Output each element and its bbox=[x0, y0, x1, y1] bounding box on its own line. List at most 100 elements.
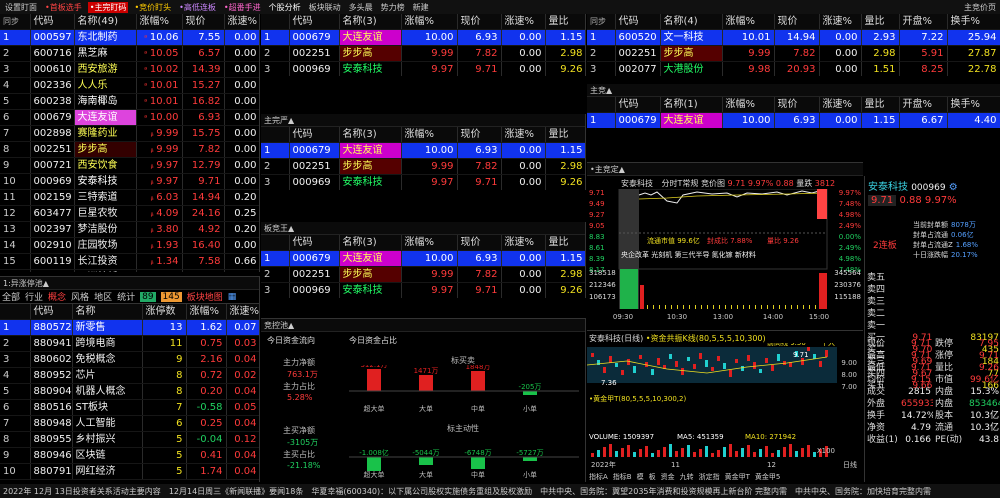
col-header[interactable]: 代码 bbox=[30, 14, 75, 30]
col-header[interactable]: 现价 bbox=[774, 14, 820, 30]
news-item[interactable]: 中共中央、国务院：加快培育完整内需 bbox=[795, 486, 931, 497]
col-header[interactable]: 涨幅% bbox=[401, 127, 458, 143]
table-row[interactable]: 2 002251 步步高 9.99 7.82 0.00 2.98 bbox=[261, 266, 585, 283]
table-row[interactable]: 3 002077 大港股份 9.98 20.93 0.00 1.51 8.25 22.78 bbox=[587, 61, 1000, 76]
menu-item-main-auction[interactable]: •主完盯码 bbox=[87, 1, 129, 13]
news-item[interactable]: 华夏幸福(600340)：以下属公司股权实施债务重组及股权激励 bbox=[311, 486, 532, 497]
table-row[interactable]: 1 000679 大连友谊 10.00 6.93 0.00 1.15 bbox=[261, 29, 585, 46]
table-row[interactable]: 1 600520 文一科技 10.01 14.94 0.00 2.93 7.22 25.94 bbox=[587, 29, 1000, 46]
col-header[interactable]: 量比 bbox=[861, 14, 900, 30]
table-row[interactable]: 10 880791 网红经济 5 1.74 0.04 bbox=[0, 463, 259, 480]
menu-item-first-board[interactable]: •首板选手 bbox=[43, 2, 84, 13]
col-header[interactable]: 开盘% bbox=[899, 14, 948, 30]
tab-style[interactable]: 风格 bbox=[71, 290, 89, 303]
table-row[interactable]: 3 000610 西安旅游 ᵃ 10.02 14.39 0.00 bbox=[0, 61, 259, 78]
col-header[interactable]: 涨速% bbox=[224, 14, 259, 30]
tab-stats[interactable]: 统计 bbox=[117, 290, 135, 303]
col-header[interactable] bbox=[261, 127, 290, 143]
table-row[interactable]: 3 000969 安泰科技 9.97 9.71 0.00 9.26 bbox=[261, 282, 585, 298]
table-row[interactable]: 8 002251 步步高 ᵦ 9.99 7.82 0.00 bbox=[0, 141, 259, 158]
table-row[interactable]: 14 002910 庄园牧场 ᵦ 1.93 16.40 0.00 bbox=[0, 237, 259, 254]
col-header[interactable]: 现价 bbox=[457, 235, 502, 251]
col-header[interactable]: 量比 bbox=[861, 97, 900, 113]
col-header[interactable]: 量比 bbox=[545, 235, 585, 251]
tab-concept[interactable]: 概念 bbox=[48, 290, 66, 303]
col-header[interactable]: 名称(3) bbox=[339, 235, 402, 251]
indicator-tab[interactable]: 黄金甲T bbox=[725, 473, 750, 481]
kline-chart[interactable]: 前高线 9.50 十大 9.71 7.36 9.00 8.00 7.00 •黄金甲T(80,5… bbox=[587, 343, 863, 471]
table-row[interactable]: 7 880948 人工智能 6 0.25 0.04 bbox=[0, 415, 259, 432]
news-item[interactable]: 2022年 12月 13日投资者关系活动主要内容 bbox=[3, 486, 161, 497]
table-row[interactable]: 15 600119 长江投资 ᵦ 1.34 7.58 0.66 bbox=[0, 253, 259, 270]
news-item[interactable]: 中共中央、国务院：翼望2035年消费和投资规模再上新台阶 完整内需 bbox=[540, 486, 787, 497]
table-row[interactable]: 11 002159 三特索道 ᵦ 6.03 14.94 0.20 bbox=[0, 189, 259, 206]
table-row[interactable]: 1 000679 大连友谊 10.00 6.93 0.00 1.15 6.67 4.40 bbox=[587, 112, 1000, 128]
tab-fund-flow[interactable]: 今日资金流向 bbox=[267, 335, 315, 346]
col-header[interactable] bbox=[587, 97, 616, 113]
menu-item-sector-link[interactable]: 板块联动 bbox=[307, 2, 343, 13]
table-row[interactable]: 2 002251 步步高 9.99 7.82 0.00 2.98 bbox=[261, 45, 585, 62]
menu-item-bull[interactable]: 多头晨 bbox=[347, 2, 375, 13]
chart-subtitle[interactable]: 分时T常规 竞价图 bbox=[662, 179, 725, 188]
table-row[interactable]: 1 000597 东北制药 ᵃ 10.06 7.55 0.00 bbox=[0, 29, 259, 46]
col-header[interactable]: 涨幅% bbox=[401, 14, 458, 30]
table-row[interactable]: 2 002251 步步高 9.99 7.82 0.00 2.98 bbox=[261, 158, 585, 175]
ask-row[interactable]: 卖一 bbox=[865, 320, 1000, 332]
col-header[interactable]: 量比 bbox=[545, 14, 585, 30]
table-row[interactable]: 5 600238 海南椰岛 ᵃ 10.01 16.82 0.00 bbox=[0, 93, 259, 110]
col-header[interactable]: 涨速% bbox=[501, 127, 546, 143]
ask-row[interactable]: 卖四 bbox=[865, 284, 1000, 296]
menu-item-high-low[interactable]: •高低连板 bbox=[177, 2, 218, 13]
col-header[interactable]: 名称(3) bbox=[339, 14, 402, 30]
col-header[interactable]: 名称(3) bbox=[339, 127, 402, 143]
indicator-tab[interactable]: 浙定指 bbox=[699, 473, 720, 481]
col-header[interactable]: 换手% bbox=[947, 14, 1000, 30]
col-header[interactable]: 涨幅% bbox=[401, 235, 458, 251]
indicator-tab[interactable]: 指标B bbox=[613, 473, 632, 481]
col-header[interactable]: 涨速% bbox=[501, 14, 546, 30]
col-header[interactable]: 名称(1) bbox=[660, 97, 723, 113]
table-row[interactable]: 7 002898 赛隆药业 ᵦ 9.99 15.75 0.00 bbox=[0, 125, 259, 142]
col-header[interactable]: 涨幅% bbox=[722, 14, 775, 30]
table-row[interactable]: 3 000969 安泰科技 9.97 9.71 0.00 9.26 bbox=[261, 174, 585, 190]
tab-all[interactable]: 全部 bbox=[2, 290, 20, 303]
indicator-tab[interactable]: 资金 bbox=[661, 473, 675, 481]
col-header[interactable] bbox=[0, 304, 31, 320]
menu-item-stock-analysis[interactable]: 个股分析 bbox=[267, 2, 303, 13]
col-header[interactable]: 代码 bbox=[30, 304, 73, 320]
menu-right-label[interactable]: 主竞价页 bbox=[962, 2, 1000, 13]
col-header[interactable]: 换手% bbox=[947, 97, 1000, 113]
table-row[interactable]: 5 880904 机器人概念 8 0.20 0.04 bbox=[0, 383, 259, 400]
table-row[interactable]: 3 880602 免税概念 9 2.16 0.04 bbox=[0, 351, 259, 368]
table-row[interactable]: 10 000969 安泰科技 ᵦ 9.97 9.71 0.00 bbox=[0, 173, 259, 190]
table-row[interactable]: 6 880516 ST板块 7 -0.58 0.05 bbox=[0, 399, 259, 416]
grid-icon[interactable]: ▦ bbox=[228, 292, 237, 302]
col-header[interactable]: 名称(49) bbox=[74, 14, 137, 30]
table-row[interactable]: 3 000969 安泰科技 9.97 9.71 0.00 9.26 bbox=[261, 61, 585, 76]
col-header[interactable] bbox=[261, 14, 290, 30]
col-header[interactable]: 代码 bbox=[289, 14, 340, 30]
menu-item-settings[interactable]: 设置盯面 bbox=[3, 2, 39, 13]
col-header[interactable]: 代码 bbox=[615, 97, 661, 113]
indicator-tab[interactable]: 黄金甲5 bbox=[755, 473, 780, 481]
col-header[interactable]: 现价 bbox=[457, 14, 502, 30]
menu-item-auction-head[interactable]: •竞价盯头 bbox=[132, 2, 173, 13]
table-row[interactable]: 1 880572 新零售 13 1.62 0.07 bbox=[0, 319, 259, 336]
col-header[interactable]: 涨速% bbox=[226, 304, 259, 320]
tab-industry[interactable]: 行业 bbox=[25, 290, 43, 303]
news-item[interactable]: 12月14日周三《新闻联播》要闻18条 bbox=[169, 486, 304, 497]
col-header[interactable]: 涨速% bbox=[819, 14, 862, 30]
ask-row[interactable]: 卖三 bbox=[865, 296, 1000, 308]
menu-item-new[interactable]: 新建 bbox=[411, 2, 431, 13]
col-header[interactable]: 代码 bbox=[289, 127, 340, 143]
col-header[interactable] bbox=[261, 235, 290, 251]
ask-row[interactable]: 卖二 bbox=[865, 308, 1000, 320]
table-row[interactable]: 9 880946 区块链 5 0.41 0.04 bbox=[0, 447, 259, 464]
col-header[interactable]: 代码 bbox=[615, 14, 661, 30]
col-header[interactable]: 涨速% bbox=[501, 235, 546, 251]
menu-item-power[interactable]: 势力榜 bbox=[379, 2, 407, 13]
col-header[interactable]: 涨停数 bbox=[142, 304, 187, 320]
table-row[interactable]: 16605007五洲特纸ᵦ 1.2820.500.59 bbox=[0, 269, 259, 272]
indicator-tab[interactable]: 模 bbox=[637, 473, 644, 481]
col-header[interactable]: 涨幅% bbox=[722, 97, 775, 113]
